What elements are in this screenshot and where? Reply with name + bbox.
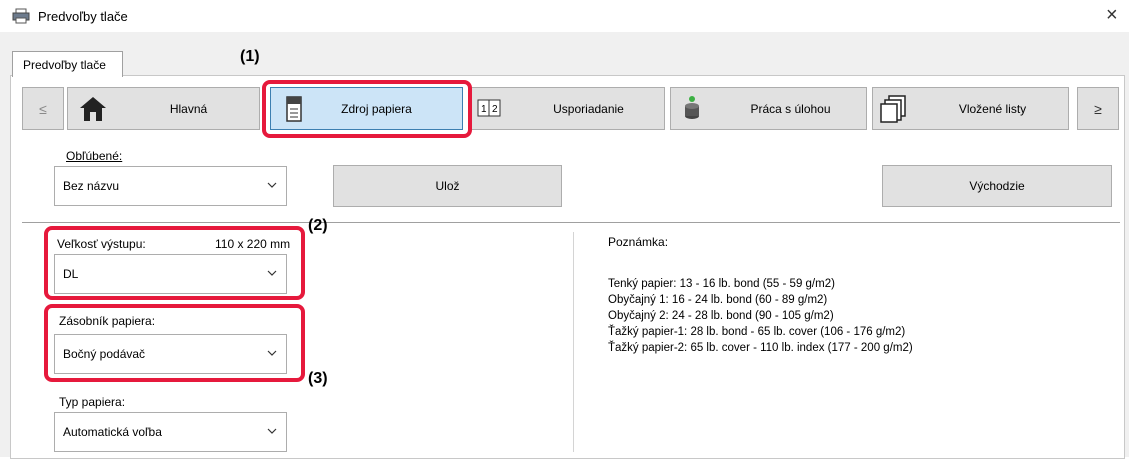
- note-line: Ťažký papier-2: 65 lb. cover - 110 lb. i…: [608, 342, 913, 354]
- nav-button-layout[interactable]: 1 2 Usporiadanie: [468, 87, 665, 130]
- tab-print-preferences[interactable]: Predvoľby tlače: [12, 51, 123, 77]
- nav-button-label: Práca s úlohou: [750, 102, 831, 116]
- callout-2: (2): [308, 217, 328, 234]
- chevron-down-icon: [267, 182, 277, 188]
- nav-button-job-handling[interactable]: Práca s úlohou: [670, 87, 867, 130]
- nav-prev-button[interactable]: ≤: [22, 87, 64, 130]
- nav-button-main[interactable]: Hlavná: [67, 87, 260, 130]
- paper-type-value: Automatická voľba: [63, 425, 162, 439]
- defaults-button[interactable]: Východzie: [882, 165, 1112, 207]
- nav-next-label: ≥: [1094, 101, 1102, 117]
- divider: [22, 222, 1120, 223]
- note-line: Obyčajný 1: 16 - 24 lb. bond (60 - 89 g/…: [608, 294, 828, 306]
- save-button-label: Ulož: [435, 179, 460, 193]
- paper-type-select[interactable]: Automatická voľba: [54, 412, 287, 452]
- callout-3: (3): [308, 370, 328, 387]
- callout-1-highlight: [262, 80, 472, 138]
- nav-next-button[interactable]: ≥: [1077, 87, 1119, 130]
- note-title: Poznámka:: [608, 235, 669, 249]
- save-button[interactable]: Ulož: [333, 165, 562, 207]
- nav-button-label: Vložené listy: [958, 102, 1027, 116]
- note-line: Obyčajný 2: 24 - 28 lb. bond (90 - 105 g…: [608, 310, 834, 322]
- callout-3-highlight: [44, 304, 305, 382]
- nav-prev-label: ≤: [39, 101, 47, 117]
- note-lines: Tenký papier: 13 - 16 lb. bond (55 - 59 …: [608, 276, 913, 356]
- note-line: Tenký papier: 13 - 16 lb. bond (55 - 59 …: [608, 278, 835, 290]
- favorites-label: Obľúbené:: [66, 149, 123, 163]
- note-line: Ťažký papier-1: 28 lb. bond - 65 lb. cov…: [608, 326, 906, 338]
- favorites-value: Bez názvu: [63, 179, 120, 193]
- nav-button-inserted-sheets[interactable]: Vložené listy: [872, 87, 1069, 130]
- defaults-button-label: Východzie: [969, 179, 1025, 193]
- window-title: Predvoľby tlače: [38, 9, 128, 24]
- svg-text:1: 1: [481, 104, 487, 115]
- paper-type-label: Typ papiera:: [59, 395, 126, 409]
- callout-1: (1): [240, 48, 260, 65]
- nav-button-label: Usporiadanie: [553, 102, 624, 116]
- favorites-select[interactable]: Bez názvu: [54, 166, 287, 206]
- vertical-divider: [573, 232, 574, 452]
- title-bar: Predvoľby tlače ×: [0, 0, 1129, 32]
- chevron-down-icon: [267, 428, 277, 434]
- close-button[interactable]: ×: [1106, 4, 1118, 27]
- nav-button-label: Hlavná: [169, 102, 208, 116]
- printer-icon: [12, 8, 30, 24]
- tab-label: Predvoľby tlače: [23, 58, 106, 72]
- callout-2-highlight: [44, 226, 305, 300]
